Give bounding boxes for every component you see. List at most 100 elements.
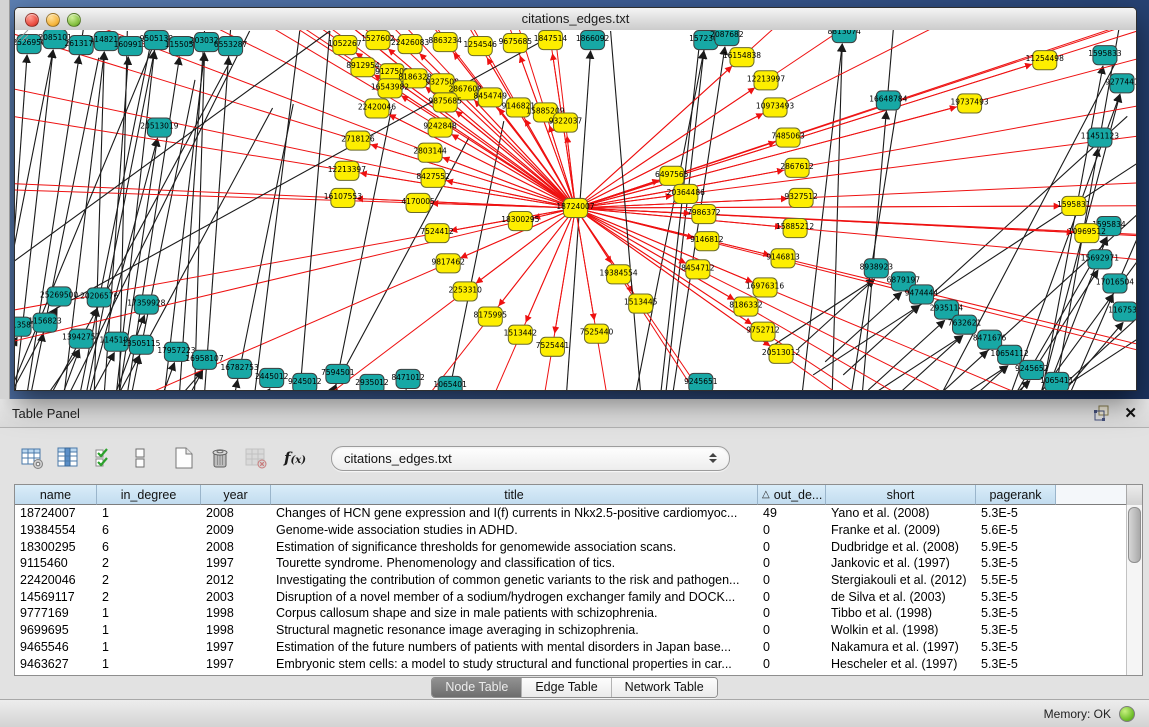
- table-cell[interactable]: 2: [97, 573, 201, 587]
- minimize-window-button[interactable]: [46, 13, 60, 27]
- table-cell[interactable]: 1: [97, 623, 201, 637]
- table-cell[interactable]: 2: [97, 590, 201, 604]
- table-cell[interactable]: 49: [758, 506, 826, 520]
- table-cell[interactable]: Hescheler et al. (1997): [826, 657, 976, 671]
- window-titlebar[interactable]: citations_edges.txt: [15, 8, 1136, 31]
- table-cell[interactable]: Embryonic stem cells: a model to study s…: [271, 657, 758, 671]
- column-options-button[interactable]: [1126, 485, 1142, 506]
- table-cell[interactable]: 1: [97, 657, 201, 671]
- table-row[interactable]: 1872400712008Changes of HCN gene express…: [15, 505, 1127, 522]
- table-cell[interactable]: 0: [758, 556, 826, 570]
- table-cell[interactable]: Estimation of significance thresholds fo…: [271, 540, 758, 554]
- zoom-window-button[interactable]: [67, 13, 81, 27]
- table-cell[interactable]: 1: [97, 606, 201, 620]
- table-cell[interactable]: 9777169: [15, 606, 97, 620]
- table-cell[interactable]: 5.3E-5: [976, 556, 1056, 570]
- resize-grip-icon[interactable]: [15, 30, 1134, 388]
- table-cell[interactable]: Tourette syndrome. Phenomenology and cla…: [271, 556, 758, 570]
- table-cell[interactable]: 6: [97, 523, 201, 537]
- table-cell[interactable]: 5.6E-5: [976, 523, 1056, 537]
- table-row[interactable]: 2242004622012Investigating the contribut…: [15, 572, 1127, 589]
- table-row[interactable]: 1456911722003Disruption of a novel membe…: [15, 588, 1127, 605]
- column-header-name[interactable]: name: [15, 485, 97, 505]
- table-cell[interactable]: 22420046: [15, 573, 97, 587]
- column-header-out_de[interactable]: △out_de...: [758, 485, 826, 505]
- table-cell[interactable]: 5.3E-5: [976, 657, 1056, 671]
- table-cell[interactable]: 0: [758, 590, 826, 604]
- table-row[interactable]: 946554611997Estimation of the future num…: [15, 639, 1127, 656]
- show-columns-button[interactable]: [54, 445, 81, 472]
- scrollbar-thumb[interactable]: [1128, 507, 1141, 563]
- table-cell[interactable]: 1997: [201, 657, 271, 671]
- column-header-in_degree[interactable]: in_degree: [97, 485, 201, 505]
- tab-network-table[interactable]: Network Table: [611, 678, 717, 697]
- table-cell[interactable]: Estimation of the future numbers of pati…: [271, 640, 758, 654]
- column-header-year[interactable]: year: [201, 485, 271, 505]
- table-cell[interactable]: Franke et al. (2009): [826, 523, 976, 537]
- table-cell[interactable]: 2008: [201, 506, 271, 520]
- table-cell[interactable]: Structural magnetic resonance image aver…: [271, 623, 758, 637]
- table-row[interactable]: 1830029562008Estimation of significance …: [15, 538, 1127, 555]
- column-header-title[interactable]: title: [271, 485, 758, 505]
- row-options-button[interactable]: [126, 445, 153, 472]
- table-cell[interactable]: Wolkin et al. (1998): [826, 623, 976, 637]
- table-cell[interactable]: 1998: [201, 606, 271, 620]
- tab-edge-table[interactable]: Edge Table: [521, 678, 610, 697]
- table-row[interactable]: 969969511998Structural magnetic resonanc…: [15, 622, 1127, 639]
- table-cell[interactable]: 9465546: [15, 640, 97, 654]
- float-panel-icon[interactable]: [1094, 405, 1110, 421]
- table-cell[interactable]: 9115460: [15, 556, 97, 570]
- table-cell[interactable]: 5.3E-5: [976, 606, 1056, 620]
- table-cell[interactable]: 5.3E-5: [976, 640, 1056, 654]
- network-canvas[interactable]: 1872400725269502085101261317011482101609…: [15, 30, 1136, 390]
- table-cell[interactable]: 0: [758, 573, 826, 587]
- table-cell[interactable]: 1: [97, 506, 201, 520]
- table-cell[interactable]: 14569117: [15, 590, 97, 604]
- table-cell[interactable]: 9463627: [15, 657, 97, 671]
- table-cell[interactable]: Nakamura et al. (1997): [826, 640, 976, 654]
- table-selector-dropdown[interactable]: citations_edges.txt: [331, 446, 730, 471]
- table-cell[interactable]: 0: [758, 657, 826, 671]
- table-cell[interactable]: 2012: [201, 573, 271, 587]
- delete-table-button[interactable]: [206, 445, 233, 472]
- table-cell[interactable]: 9699695: [15, 623, 97, 637]
- table-row[interactable]: 977716911998Corpus callosum shape and si…: [15, 605, 1127, 622]
- function-builder-button[interactable]: f(x): [278, 445, 312, 472]
- table-cell[interactable]: 5.3E-5: [976, 623, 1056, 637]
- table-cell[interactable]: Yano et al. (2008): [826, 506, 976, 520]
- column-header-pagerank[interactable]: pagerank: [976, 485, 1056, 505]
- table-cell[interactable]: 19384554: [15, 523, 97, 537]
- table-row[interactable]: 1938455462009Genome-wide association stu…: [15, 522, 1127, 539]
- column-header-short[interactable]: short: [826, 485, 976, 505]
- select-columns-button[interactable]: [90, 445, 117, 472]
- close-window-button[interactable]: [25, 13, 39, 27]
- table-cell[interactable]: 5.3E-5: [976, 590, 1056, 604]
- table-cell[interactable]: 0: [758, 640, 826, 654]
- table-mode-button[interactable]: [18, 445, 45, 472]
- table-scrollbar[interactable]: [1126, 505, 1142, 675]
- memory-indicator-icon[interactable]: [1119, 706, 1135, 722]
- table-cell[interactable]: 2009: [201, 523, 271, 537]
- close-panel-icon[interactable]: ✕: [1124, 406, 1137, 421]
- table-cell[interactable]: 5.9E-5: [976, 540, 1056, 554]
- table-cell[interactable]: 2003: [201, 590, 271, 604]
- table-cell[interactable]: 1: [97, 640, 201, 654]
- table-cell[interactable]: Genome-wide association studies in ADHD.: [271, 523, 758, 537]
- table-cell[interactable]: Stergiakouli et al. (2012): [826, 573, 976, 587]
- table-cell[interactable]: Dudbridge et al. (2008): [826, 540, 976, 554]
- table-cell[interactable]: Disruption of a novel member of a sodium…: [271, 590, 758, 604]
- table-cell[interactable]: 1997: [201, 640, 271, 654]
- create-table-button[interactable]: [170, 445, 197, 472]
- table-cell[interactable]: Corpus callosum shape and size in male p…: [271, 606, 758, 620]
- table-cell[interactable]: 0: [758, 606, 826, 620]
- table-cell[interactable]: de Silva et al. (2003): [826, 590, 976, 604]
- table-cell[interactable]: 1997: [201, 556, 271, 570]
- table-cell[interactable]: 1998: [201, 623, 271, 637]
- table-cell[interactable]: 0: [758, 523, 826, 537]
- table-cell[interactable]: 2: [97, 556, 201, 570]
- table-row[interactable]: 911546021997Tourette syndrome. Phenomeno…: [15, 555, 1127, 572]
- table-cell[interactable]: 18724007: [15, 506, 97, 520]
- tab-node-table[interactable]: Node Table: [432, 678, 521, 697]
- table-cell[interactable]: 18300295: [15, 540, 97, 554]
- table-cell[interactable]: 5.5E-5: [976, 573, 1056, 587]
